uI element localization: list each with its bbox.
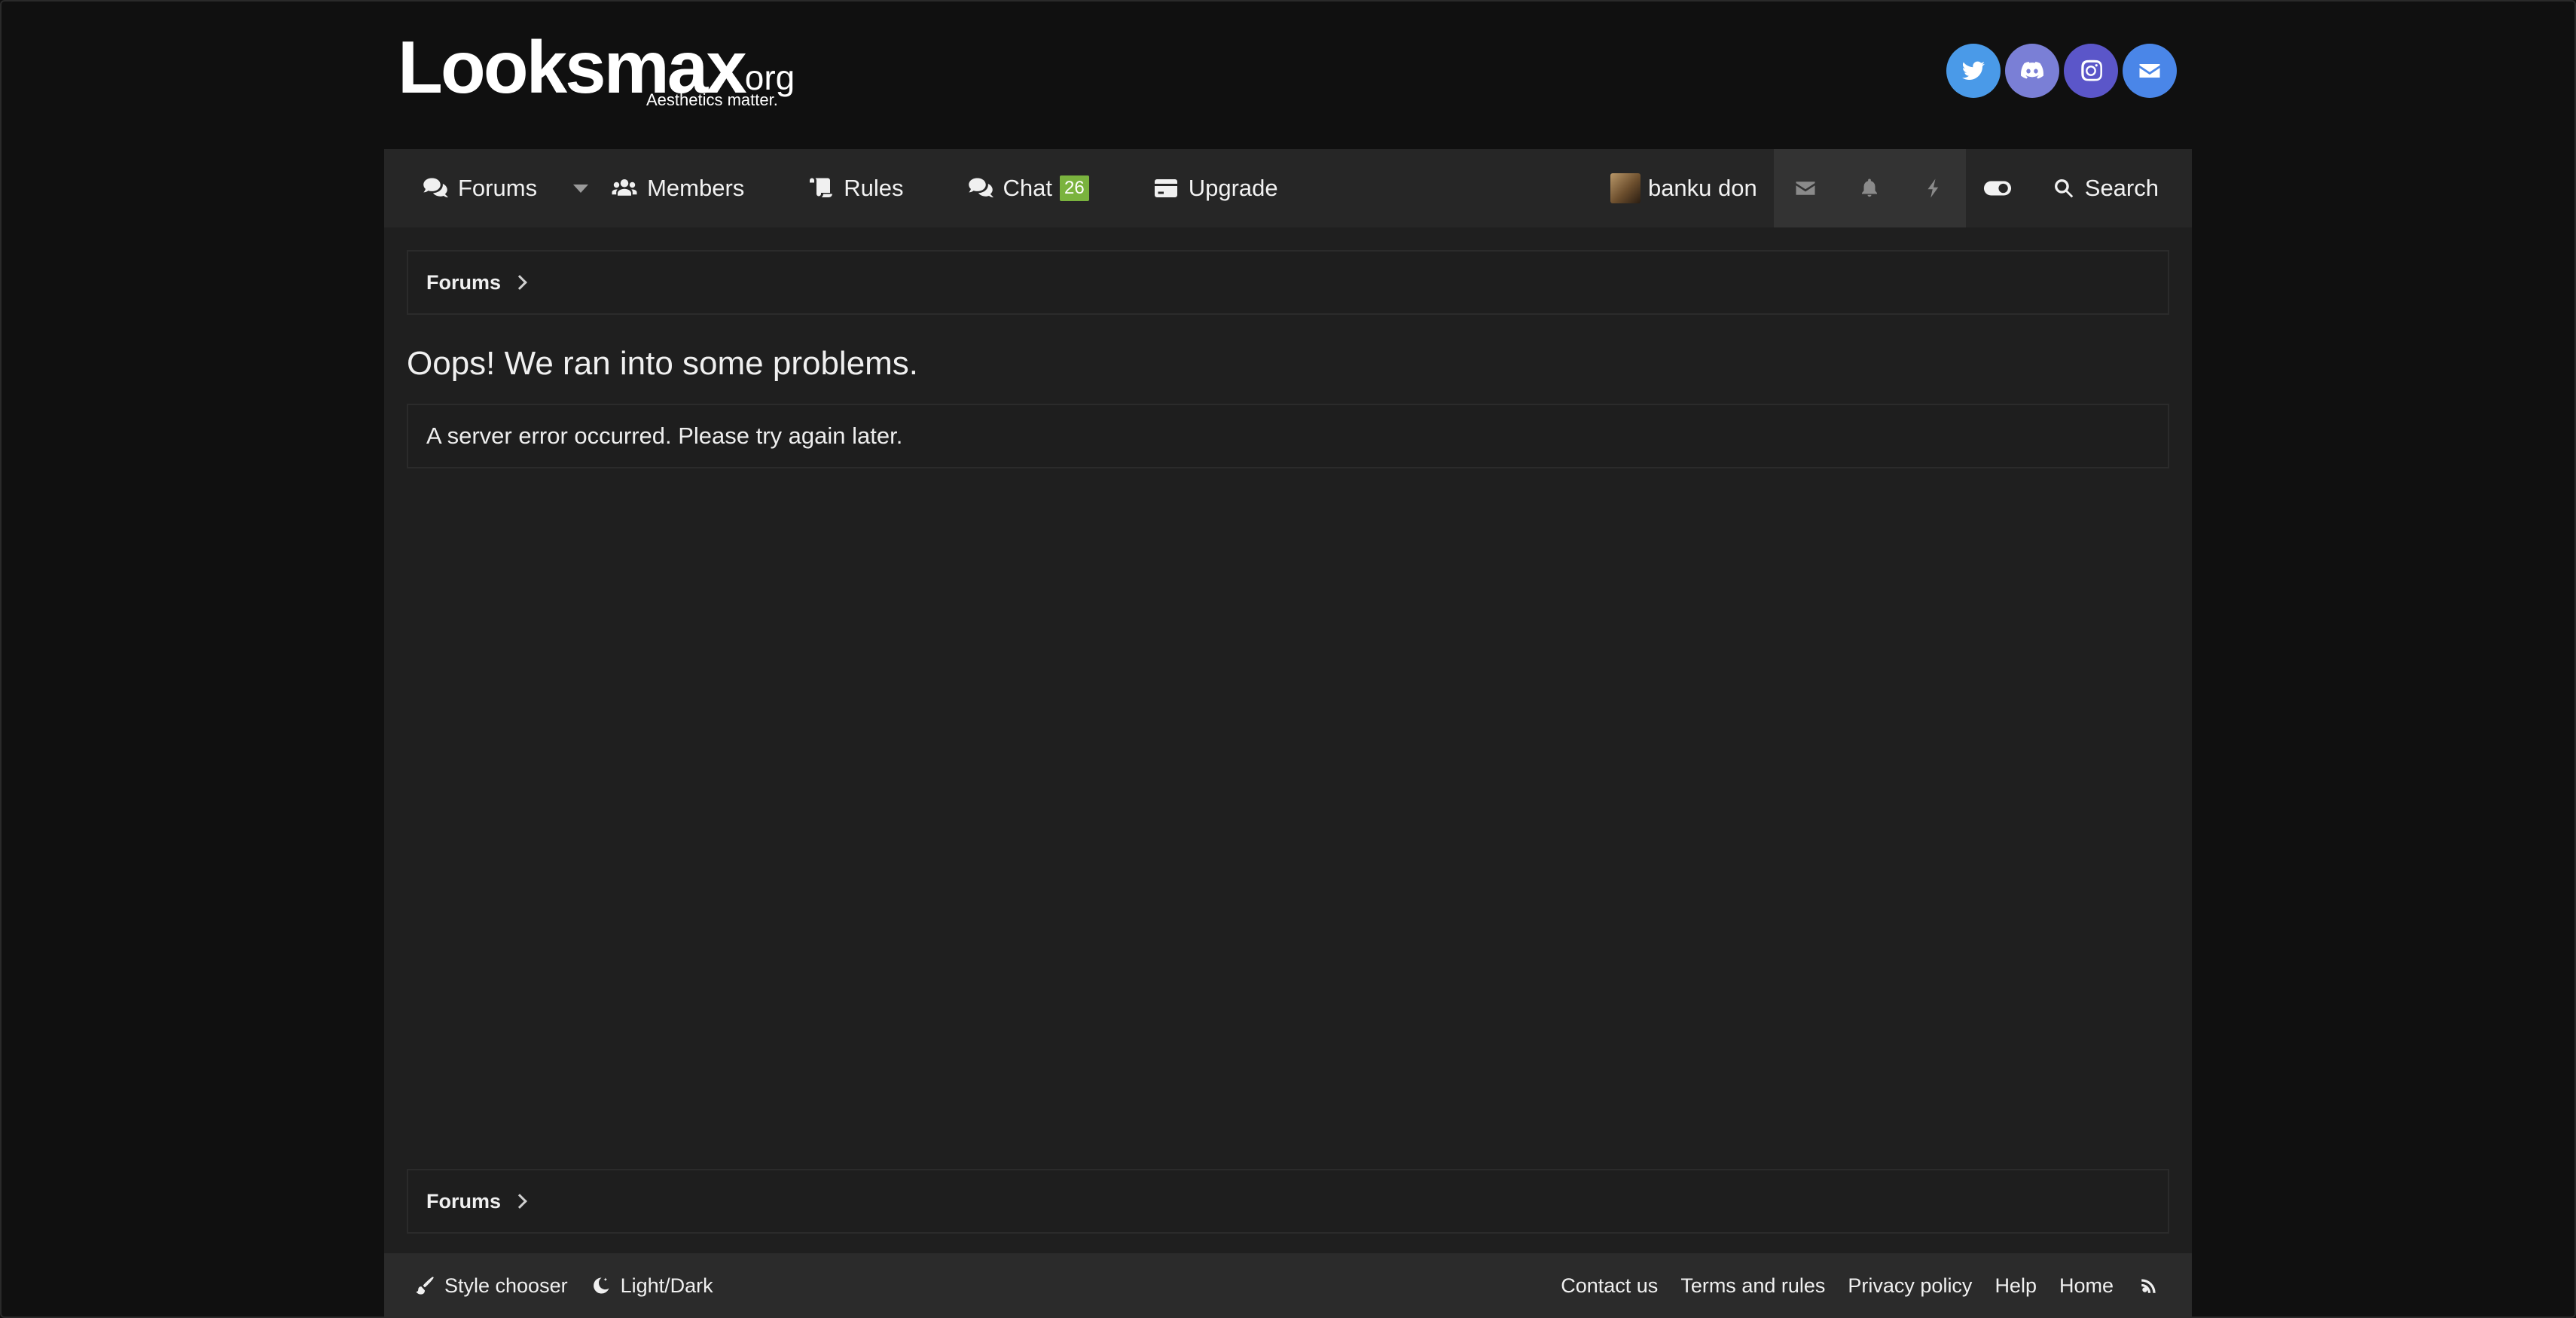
user-menu[interactable]: banku don [1595, 149, 1774, 227]
error-message: A server error occurred. Please try agai… [426, 423, 903, 449]
footer-privacy-link[interactable]: Privacy policy [1848, 1274, 1972, 1298]
paint-brush-icon [416, 1277, 434, 1295]
footer-help-link[interactable]: Help [1995, 1274, 2037, 1298]
nav-members[interactable]: Members [611, 149, 744, 227]
toggle-icon [1983, 181, 2011, 196]
search-icon [2054, 179, 2074, 198]
breadcrumb-forums-link[interactable]: Forums [426, 271, 501, 294]
twitter-button[interactable] [1946, 44, 2001, 98]
inbox-button[interactable] [1774, 149, 1838, 227]
bolt-icon [1927, 178, 1939, 198]
nav-upgrade-label: Upgrade [1188, 175, 1278, 201]
nav-chat-label: Chat [1003, 175, 1053, 201]
breadcrumb-bottom: Forums [407, 1169, 2169, 1234]
chat-count-badge: 26 [1060, 175, 1089, 201]
nav-right: banku don Search [1595, 149, 2192, 227]
twitter-icon [1962, 61, 1985, 81]
footer-links: Contact us Terms and rules Privacy polic… [1538, 1253, 2159, 1318]
forums-dropdown-caret-icon[interactable] [573, 184, 589, 193]
credit-card-icon [1154, 179, 1177, 197]
main-content: Forums Oops! We ran into some problems. … [384, 227, 2192, 1253]
users-icon [612, 179, 637, 196]
mail-icon [2139, 64, 2160, 78]
social-links [1942, 44, 2177, 98]
nav-upgrade[interactable]: Upgrade [1152, 149, 1278, 227]
footer-terms-link[interactable]: Terms and rules [1680, 1274, 1825, 1298]
breadcrumb-bottom-forums-link[interactable]: Forums [426, 1190, 501, 1213]
nav-rules-label: Rules [844, 175, 904, 201]
username: banku don [1647, 175, 1757, 201]
breadcrumb: Forums [407, 250, 2169, 315]
chat-icon [968, 178, 993, 198]
footer-contact-link[interactable]: Contact us [1561, 1274, 1658, 1298]
light-dark-label: Light/Dark [620, 1274, 713, 1297]
comments-icon [423, 178, 448, 198]
discord-icon [2021, 62, 2043, 79]
user-icon-group [1773, 149, 1966, 227]
nav-left: Forums Members Rules Chat 26 Upgrade [422, 149, 1341, 227]
bell-icon [1862, 178, 1878, 197]
alerts-button[interactable] [1838, 149, 1902, 227]
logo-tagline: Aesthetics matter. [646, 90, 778, 109]
main-nav: Forums Members Rules Chat 26 Upgrade ban… [384, 149, 2192, 227]
footer-left: Style chooser Light/Dark [414, 1253, 736, 1318]
instagram-icon [2081, 59, 2102, 81]
avatar [1610, 173, 1641, 203]
footer-home-link[interactable]: Home [2059, 1274, 2114, 1298]
rss-icon[interactable] [2139, 1276, 2159, 1295]
page-wrapper: Looksmax .org Aesthetics matter. Forums [384, 0, 2192, 1318]
moon-icon [593, 1277, 609, 1294]
nav-rules[interactable]: Rules [807, 149, 904, 227]
search-label: Search [2084, 175, 2159, 201]
instagram-button[interactable] [2064, 44, 2118, 98]
chevron-right-icon [512, 275, 527, 290]
footer: Style chooser Light/Dark Contact us Term… [384, 1253, 2192, 1318]
site-logo[interactable]: Looksmax .org Aesthetics matter. [398, 30, 804, 113]
error-block: A server error occurred. Please try agai… [407, 404, 2169, 468]
whats-new-button[interactable] [1902, 149, 1966, 227]
nav-forums-label: Forums [458, 175, 538, 201]
discord-button[interactable] [2005, 44, 2059, 98]
search-button[interactable]: Search [2029, 149, 2192, 227]
page-title: Oops! We ran into some problems. [407, 345, 919, 382]
nav-members-label: Members [647, 175, 745, 201]
scroll-icon [810, 178, 833, 197]
light-dark-link[interactable]: Light/Dark [591, 1274, 713, 1298]
style-chooser-link[interactable]: Style chooser [414, 1274, 568, 1298]
nav-forums[interactable]: Forums [422, 149, 537, 227]
style-chooser-label: Style chooser [444, 1274, 568, 1297]
email-button[interactable] [2123, 44, 2177, 98]
envelope-icon [1796, 182, 1815, 195]
theme-toggle-button[interactable] [1966, 149, 2029, 227]
chevron-right-icon [512, 1194, 527, 1209]
nav-chat[interactable]: Chat 26 [967, 149, 1089, 227]
